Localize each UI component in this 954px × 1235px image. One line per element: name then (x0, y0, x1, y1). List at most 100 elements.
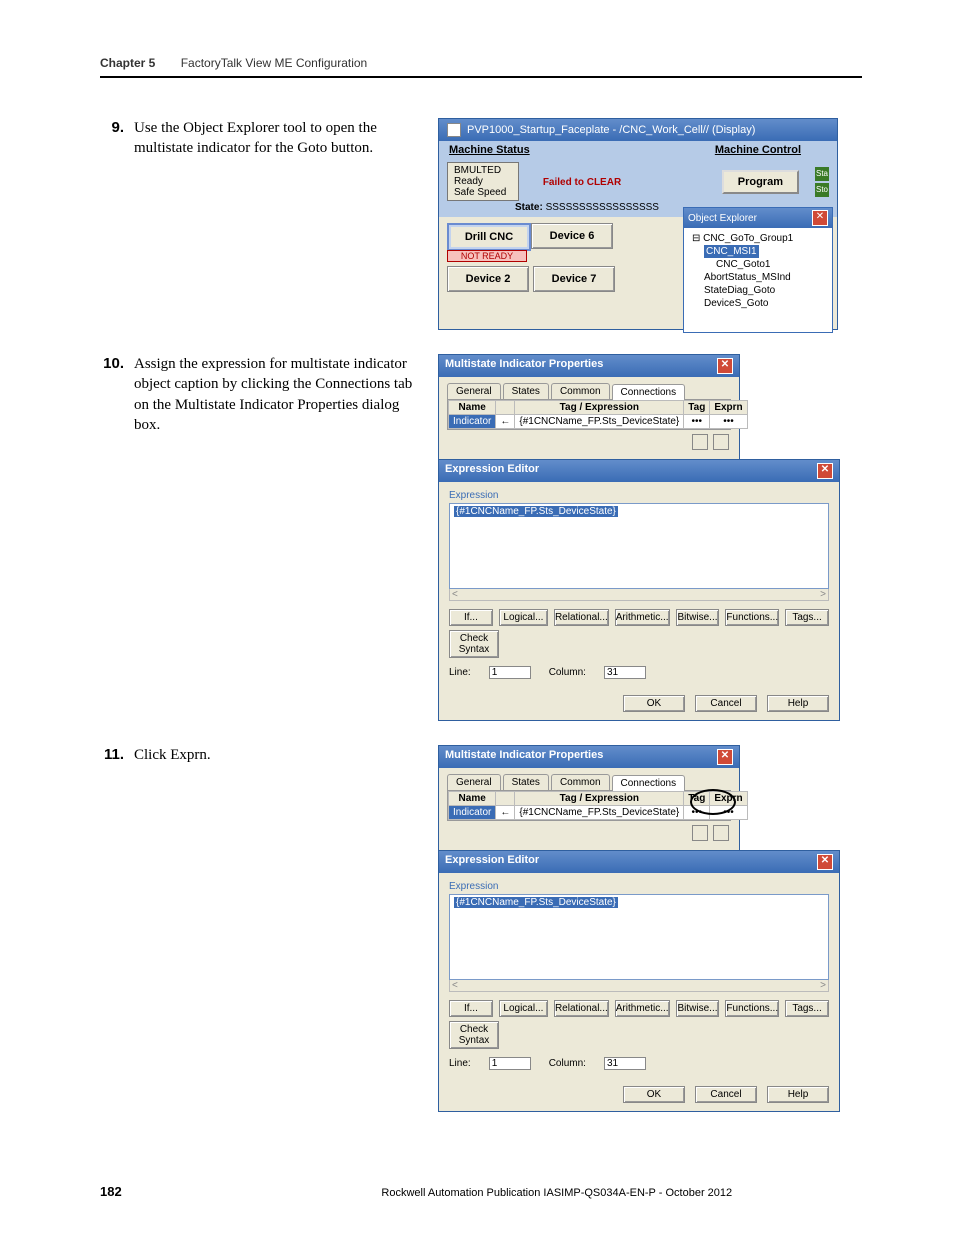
col-name: Name (449, 401, 496, 415)
page-footer: 182 Rockwell Automation Publication IASI… (100, 1184, 862, 1199)
line-label: Line: (449, 667, 471, 678)
tree-node-cnc-goto1[interactable]: CNC_Goto1 (690, 258, 826, 271)
if-button[interactable]: If... (449, 609, 493, 626)
arithmetic-button[interactable]: Arithmetic... (615, 609, 670, 626)
expression-editor-title: Expression Editor (445, 463, 539, 479)
col-exprn: Exprn (710, 401, 747, 415)
device-6-button[interactable]: Device 6 (531, 223, 613, 249)
app-icon (447, 123, 461, 137)
msi-properties-dialog: Multistate Indicator Properties ✕ Genera… (438, 354, 740, 460)
page-number: 182 (100, 1184, 122, 1199)
arithmetic-button[interactable]: Arithmetic... (615, 1000, 670, 1017)
column-label: Column: (549, 1058, 586, 1069)
tree-node-cnc-msi1[interactable]: CNC_MSI1 (704, 245, 759, 258)
machine-control-heading: Machine Control (715, 144, 801, 156)
tool-icon-2[interactable] (713, 434, 729, 450)
bitwise-button[interactable]: Bitwise... (676, 1000, 720, 1017)
tool-icon-1[interactable] (692, 434, 708, 450)
status-l2: Ready (454, 176, 512, 187)
tab-common[interactable]: Common (551, 383, 610, 399)
col-tag: Tag (684, 401, 710, 415)
expression-textarea[interactable]: {#1CNCName_FP.Sts_DeviceState} (449, 894, 829, 980)
start-indicator[interactable]: Sta (815, 167, 829, 181)
expression-editor-title: Expression Editor (445, 854, 539, 870)
check-syntax-button[interactable]: Check Syntax (449, 1021, 499, 1049)
tab-general[interactable]: General (447, 774, 501, 790)
device-7-button[interactable]: Device 7 (533, 266, 615, 292)
close-icon[interactable]: ✕ (717, 749, 733, 765)
tags-button[interactable]: Tags... (785, 609, 829, 626)
check-syntax-button[interactable]: Check Syntax (449, 630, 499, 658)
close-icon[interactable]: ✕ (717, 358, 733, 374)
tab-states[interactable]: States (503, 774, 549, 790)
step-10-num: 10. (100, 354, 124, 372)
cell-indicator-name[interactable]: Indicator (449, 806, 496, 820)
cancel-button[interactable]: Cancel (695, 1086, 757, 1103)
cancel-button[interactable]: Cancel (695, 695, 757, 712)
step-9: 9. Use the Object Explorer tool to open … (100, 118, 862, 330)
expression-label: Expression (449, 490, 829, 501)
tab-connections[interactable]: Connections (612, 775, 686, 791)
close-icon[interactable]: ✕ (817, 463, 833, 479)
msi-properties-dialog-2: Multistate Indicator Properties ✕ Genera… (438, 745, 740, 851)
stop-indicator[interactable]: Sto (815, 183, 829, 197)
display-window: PVP1000_Startup_Faceplate - /CNC_Work_Ce… (438, 118, 838, 330)
close-icon[interactable]: ✕ (817, 854, 833, 870)
cell-tag-browse[interactable]: ••• (684, 415, 710, 429)
expression-textarea[interactable]: {#1CNCName_FP.Sts_DeviceState} (449, 503, 829, 589)
col-tag-expression: Tag / Expression (515, 792, 684, 806)
cell-expression[interactable]: {#1CNCName_FP.Sts_DeviceState} (515, 806, 684, 820)
step-11-num: 11. (100, 745, 124, 763)
tab-common[interactable]: Common (551, 774, 610, 790)
tool-icon-2[interactable] (713, 825, 729, 841)
tags-button[interactable]: Tags... (785, 1000, 829, 1017)
ok-button[interactable]: OK (623, 1086, 685, 1103)
cell-expression[interactable]: {#1CNCName_FP.Sts_DeviceState} (515, 415, 684, 429)
help-button[interactable]: Help (767, 1086, 829, 1103)
tab-states[interactable]: States (503, 383, 549, 399)
chapter-title: FactoryTalk View ME Configuration (181, 56, 368, 70)
tab-connections[interactable]: Connections (612, 384, 686, 400)
tree-node-devices-goto[interactable]: DeviceS_Goto (690, 297, 826, 310)
functions-button[interactable]: Functions... (725, 1000, 779, 1017)
page-header: Chapter 5 FactoryTalk View ME Configurat… (100, 56, 862, 70)
msi-dialog-title: Multistate Indicator Properties (445, 358, 603, 374)
connections-grid: Name Tag / Expression Tag Exprn Indicato… (447, 790, 731, 821)
col-tag-expression: Tag / Expression (515, 401, 684, 415)
tree-node-abortstatus[interactable]: AbortStatus_MSInd (690, 271, 826, 284)
if-button[interactable]: If... (449, 1000, 493, 1017)
cell-tag-browse[interactable]: ••• (684, 806, 710, 820)
functions-button[interactable]: Functions... (725, 609, 779, 626)
bitwise-button[interactable]: Bitwise... (676, 609, 720, 626)
logical-button[interactable]: Logical... (499, 609, 548, 626)
cell-exprn-browse[interactable]: ••• (710, 415, 747, 429)
close-icon[interactable]: ✕ (812, 210, 828, 226)
step-10-text: Assign the expression for multistate ind… (134, 354, 424, 435)
device-drill-cnc-status: NOT READY (447, 250, 527, 262)
line-value: 1 (489, 1057, 531, 1070)
expression-editor-dialog-2: Expression Editor ✕ Expression {#1CNCNam… (438, 850, 840, 1112)
program-button[interactable]: Program (722, 170, 799, 194)
display-window-title-text: PVP1000_Startup_Faceplate - /CNC_Work_Ce… (467, 124, 755, 136)
relational-button[interactable]: Relational... (554, 609, 609, 626)
tree-node-statediag[interactable]: StateDiag_Goto (690, 284, 826, 297)
tree-node-group[interactable]: ⊟ CNC_GoTo_Group1 (690, 232, 826, 245)
device-2-button[interactable]: Device 2 (447, 266, 529, 292)
object-explorer-tree[interactable]: ⊟ CNC_GoTo_Group1 CNC_MSI1 CNC_Goto1 Abo… (684, 228, 832, 332)
expression-value: {#1CNCName_FP.Sts_DeviceState} (454, 897, 618, 908)
logical-button[interactable]: Logical... (499, 1000, 548, 1017)
connections-grid: Name Tag / Expression Tag Exprn Indicato… (447, 399, 731, 430)
object-explorer-title: Object Explorer (688, 213, 757, 224)
tab-general[interactable]: General (447, 383, 501, 399)
cell-indicator-name[interactable]: Indicator (449, 415, 496, 429)
step-11-text: Click Exprn. (134, 745, 424, 765)
cell-exprn-browse[interactable]: ••• (710, 806, 747, 820)
ok-button[interactable]: OK (623, 695, 685, 712)
relational-button[interactable]: Relational... (554, 1000, 609, 1017)
help-button[interactable]: Help (767, 695, 829, 712)
line-value: 1 (489, 666, 531, 679)
object-explorer-panel: Object Explorer ✕ ⊟ CNC_GoTo_Group1 CNC_… (683, 207, 833, 333)
cell-arrow: ← (496, 806, 515, 820)
tool-icon-1[interactable] (692, 825, 708, 841)
device-drill-cnc-button[interactable]: Drill CNC (447, 223, 531, 251)
